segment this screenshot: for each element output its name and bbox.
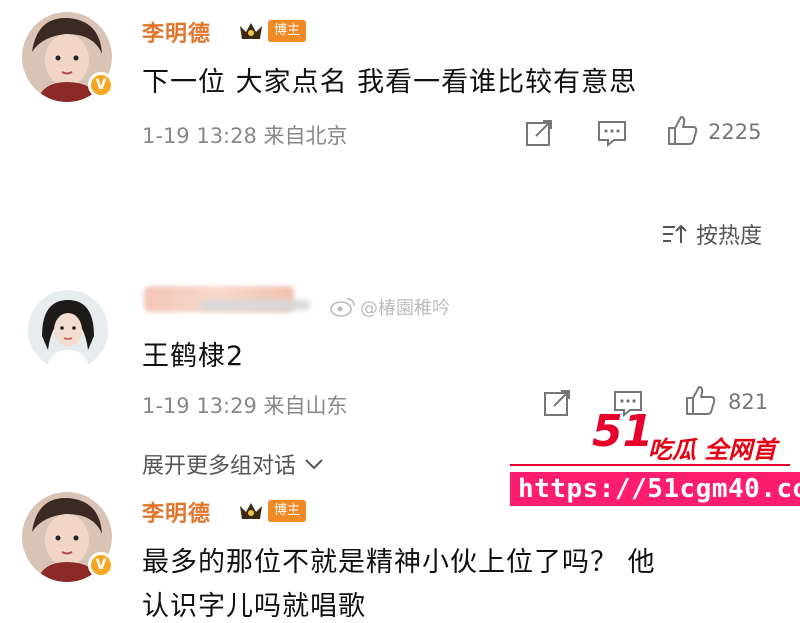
- weibo-icon: [330, 298, 355, 317]
- chevron-down-icon: [305, 459, 323, 470]
- expand-label: 展开更多组对话: [142, 454, 297, 479]
- role-badge: 博主: [268, 500, 307, 522]
- crown-icon: [240, 503, 262, 519]
- like-count: 821: [728, 390, 769, 414]
- weibo-watermark: @椿園稚吟: [330, 294, 450, 320]
- like-count: 2225: [708, 120, 762, 144]
- comment-text-line1: 最多的那位不就是精神小伙上位了吗？ 他: [142, 547, 656, 578]
- sort-label: 按热度: [696, 224, 763, 249]
- sort-toggle[interactable]: 按热度: [662, 218, 762, 250]
- sort-icon: [663, 224, 687, 243]
- expand-replies-link[interactable]: 展开更多组对话: [142, 448, 324, 480]
- avatar[interactable]: [28, 290, 108, 370]
- comment-meta: 1-19 13:28 来自北京: [142, 124, 348, 148]
- comment-text: 王鹤棣2: [142, 341, 245, 372]
- like-icon[interactable]: [666, 114, 698, 146]
- ad-number: 51: [592, 406, 654, 457]
- ad-url[interactable]: https://51cgm40.com: [510, 472, 800, 506]
- comment-author[interactable]: 李明德: [142, 16, 211, 48]
- role-badge: 博主: [268, 20, 307, 42]
- share-icon[interactable]: [524, 118, 554, 148]
- blurred-username-detail: [200, 300, 310, 310]
- comment-icon[interactable]: [596, 118, 628, 148]
- comment-meta: 1-19 13:29 来自山东: [142, 394, 348, 418]
- share-icon[interactable]: [542, 388, 572, 418]
- ad-divider: [510, 464, 790, 466]
- comment-author[interactable]: 李明德: [142, 496, 211, 528]
- crown-icon: [240, 23, 262, 39]
- verified-v-badge: V: [88, 72, 114, 98]
- comment-text-line2: 认识字儿吗就唱歌: [142, 591, 366, 622]
- like-icon[interactable]: [684, 384, 716, 416]
- verified-v-badge: V: [88, 552, 114, 578]
- comment-text: 下一位 大家点名 我看一看谁比较有意思: [142, 67, 638, 98]
